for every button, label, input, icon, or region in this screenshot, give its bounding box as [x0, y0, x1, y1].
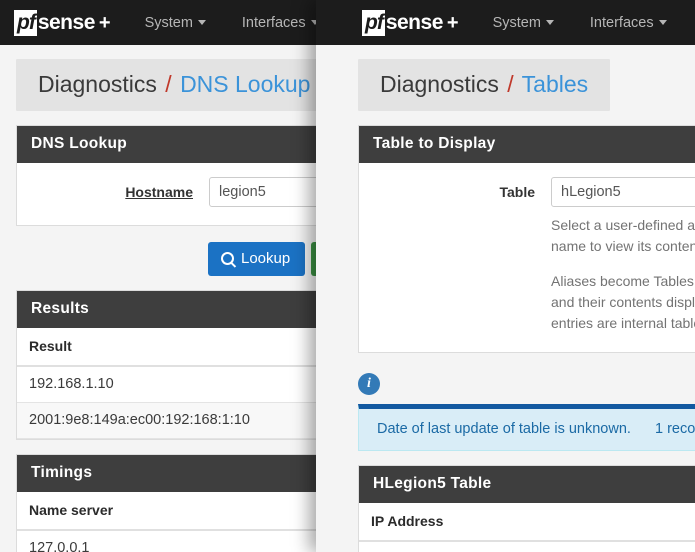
nav-item-interfaces[interactable]: Interfaces	[242, 15, 318, 31]
breadcrumb-root[interactable]: Diagnostics	[38, 71, 157, 97]
logo-pf-mark: pf	[362, 9, 385, 36]
results-table: Result 192.168.1.10 2001:9e8:149a:ec00:1…	[17, 328, 318, 439]
timings-panel-body: Name server 127.0.0.1 ::1	[17, 492, 318, 552]
breadcrumb-root[interactable]: Diagnostics	[380, 71, 499, 97]
table-to-display-body: Table Select a user-defined alias name o…	[359, 163, 695, 352]
alert-message: Date of last update of table is unknown.	[377, 421, 631, 437]
table-to-display-title: Table to Display	[359, 126, 695, 163]
search-icon	[221, 252, 234, 265]
timings-table: Name server 127.0.0.1 ::1	[17, 492, 318, 552]
hlegion5-table-panel: HLegion5 Table IP Address 192.168.1.10	[358, 465, 695, 552]
hlegion5-table-title: HLegion5 Table	[359, 466, 695, 503]
pfsense-logo[interactable]: pf sense +	[362, 9, 459, 36]
hlegion5-table: IP Address 192.168.1.10	[359, 503, 695, 552]
chevron-down-icon	[197, 20, 206, 25]
nav-item-interfaces-label: Interfaces	[589, 14, 654, 31]
nav-item-system[interactable]: System	[493, 15, 554, 31]
hostname-label: Hostname	[31, 177, 209, 200]
dns-lookup-panel-body: Hostname	[17, 163, 318, 225]
lookup-button[interactable]: Lookup	[208, 242, 306, 276]
results-col-result: Result	[17, 328, 318, 367]
logo-sense-text: sense	[37, 11, 96, 34]
nav-item-interfaces[interactable]: Interfaces	[590, 15, 667, 31]
nav-item-interfaces-label: Interfaces	[241, 14, 306, 31]
timings-panel-title: Timings	[17, 455, 318, 492]
alert-record-count: 1 records.	[654, 421, 695, 437]
hlegion5-cell-ip: 192.168.1.10	[359, 541, 695, 552]
nav-item-system[interactable]: System	[145, 15, 206, 31]
table-header-row: Result	[17, 328, 318, 367]
lookup-button-label: Lookup	[241, 250, 291, 267]
breadcrumb-separator: /	[507, 71, 514, 97]
breadcrumb-leaf[interactable]: Tables	[522, 71, 588, 97]
table-status-alert: Date of last update of table is unknown.…	[358, 404, 695, 451]
table-select-row: Table Select a user-defined alias name o…	[373, 177, 695, 334]
results-cell: 192.168.1.10	[17, 366, 318, 403]
help-paragraph-2: Aliases become Tables when loaded by the…	[551, 273, 695, 331]
breadcrumb-leaf[interactable]: DNS Lookup	[180, 71, 310, 97]
table-row[interactable]: 192.168.1.10	[359, 541, 695, 552]
hostname-input[interactable]	[209, 177, 318, 207]
pfsense-logo[interactable]: pf sense +	[14, 9, 111, 36]
table-select-input[interactable]	[551, 177, 695, 207]
logo-plus-mark: +	[98, 11, 111, 34]
table-row[interactable]: 192.168.1.10	[17, 366, 318, 403]
breadcrumb-container: Diagnostics / DNS Lookup	[0, 45, 318, 111]
nav-item-system-label: System	[144, 14, 193, 31]
timings-panel: Timings Name server 127.0.0.1 ::1	[16, 454, 318, 552]
breadcrumb: Diagnostics / Tables	[358, 59, 611, 111]
results-panel-title: Results	[17, 291, 318, 328]
table-header-row: IP Address	[359, 503, 695, 542]
table-header-row: Name server	[17, 492, 318, 531]
timings-col-name-server: Name server	[17, 492, 318, 531]
navbar: pf sense + System Interfaces	[0, 0, 318, 45]
table-to-display-panel: Table to Display Table Select a user-def…	[358, 125, 695, 353]
breadcrumb-separator: /	[165, 71, 172, 97]
chevron-down-icon	[658, 20, 667, 25]
hlegion5-table-body: IP Address 192.168.1.10	[359, 503, 695, 552]
table-select-help: Select a user-defined alias name or syst…	[551, 215, 695, 334]
hostname-label-text: Hostname	[125, 184, 193, 200]
logo-pf-mark: pf	[14, 9, 37, 36]
results-cell: 2001:9e8:149a:ec00:192:168:1:10	[17, 402, 318, 439]
chevron-down-icon	[545, 20, 554, 25]
dns-lookup-button-row: Lookup	[0, 242, 318, 276]
table-row[interactable]: 127.0.0.1	[17, 530, 318, 552]
hostname-form-row: Hostname	[31, 177, 318, 207]
logo-sense-text: sense	[385, 11, 444, 34]
tables-window[interactable]: pf sense + System Interfaces Diagnostics…	[316, 0, 695, 552]
help-paragraph-1: Select a user-defined alias name or syst…	[551, 217, 695, 254]
info-badge-container: i	[358, 373, 695, 395]
table-select-label: Table	[499, 184, 535, 200]
dns-lookup-window[interactable]: pf sense + System Interfaces Diagnostics…	[0, 0, 318, 552]
results-panel: Results Result 192.168.1.10 2001:9e8:149…	[16, 290, 318, 440]
breadcrumb-container: Diagnostics / Tables	[316, 45, 695, 111]
dns-lookup-panel-title: DNS Lookup	[17, 126, 318, 163]
timings-cell: 127.0.0.1	[17, 530, 318, 552]
breadcrumb: Diagnostics / DNS Lookup	[16, 59, 318, 111]
nav-item-system-label: System	[492, 14, 541, 31]
hostname-control	[209, 177, 318, 207]
info-icon[interactable]: i	[358, 373, 380, 395]
navbar: pf sense + System Interfaces	[316, 0, 695, 45]
table-row[interactable]: 2001:9e8:149a:ec00:192:168:1:10	[17, 402, 318, 439]
dns-lookup-panel: DNS Lookup Hostname	[16, 125, 318, 226]
table-select-control: Select a user-defined alias name or syst…	[551, 177, 695, 334]
results-panel-body: Result 192.168.1.10 2001:9e8:149a:ec00:1…	[17, 328, 318, 439]
logo-plus-mark: +	[446, 11, 459, 34]
hlegion5-col-ip-address: IP Address	[359, 503, 695, 542]
